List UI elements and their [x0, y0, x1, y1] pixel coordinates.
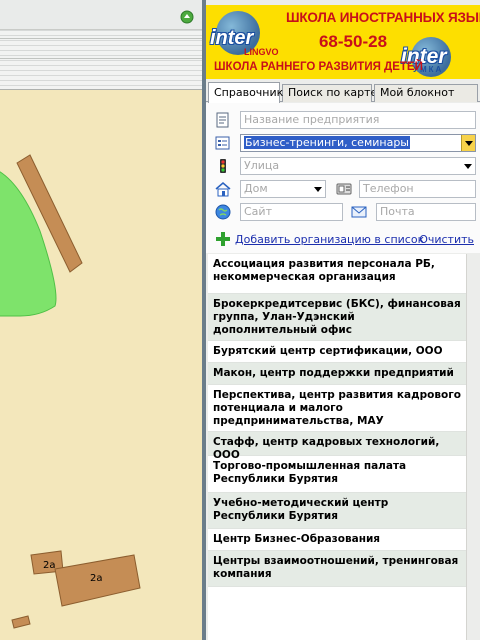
phone-placeholder: Телефон [363, 182, 414, 195]
house-placeholder: Дом [244, 182, 268, 195]
phone-input[interactable]: Телефон [359, 180, 476, 198]
category-select[interactable]: Бизнес-тренинги, семинары [240, 134, 476, 152]
ad-headline: ШКОЛА ИНОСТРАННЫХ ЯЗЫКОВ [286, 10, 480, 25]
house-icon [215, 182, 231, 197]
list-item[interactable]: Ассоциация развития персонала РБ, некомм… [208, 254, 466, 294]
toolbar-separator [0, 58, 204, 59]
directory-panel: inter LINGVO inter УМКА ШКОЛА ИНОСТРАННЫ… [206, 0, 480, 640]
chevron-down-icon[interactable] [461, 158, 475, 174]
results-list: Ассоциация развития персонала РБ, некомм… [208, 254, 466, 640]
site-input[interactable]: Сайт [240, 203, 343, 221]
street-placeholder: Улица [244, 159, 280, 172]
email-input[interactable]: Почта [376, 203, 476, 221]
email-placeholder: Почта [380, 205, 415, 218]
mail-icon [351, 206, 367, 218]
list-item[interactable]: Перспектива, центр развития кадрового по… [208, 385, 466, 432]
list-item[interactable]: Стафф, центр кадровых технологий, ООО [208, 432, 466, 461]
street-select[interactable]: Улица [240, 157, 476, 175]
building-label: 2а [90, 573, 103, 584]
chevron-down-icon[interactable] [311, 181, 325, 197]
globe-icon [215, 204, 231, 220]
ad-phone: 68-50-28 [318, 32, 388, 51]
list-item[interactable]: Торгово-промышленная палата Республики Б… [208, 456, 466, 493]
ad-subline: ШКОЛА РАННЕГО РАЗВИТИЯ ДЕТЕЙ [214, 61, 423, 73]
list-item[interactable]: Бурятский центр сертификации, ООО [208, 341, 466, 363]
company-icon [216, 112, 229, 128]
list-item[interactable]: Центр Бизнес-Образования [208, 529, 466, 551]
category-selected-value: Бизнес-тренинги, семинары [244, 136, 410, 149]
plus-icon[interactable] [216, 232, 230, 246]
toolbar-separator [0, 38, 204, 39]
company-name-placeholder: Название предприятия [244, 113, 380, 126]
building [11, 615, 31, 629]
house-select[interactable]: Дом [240, 180, 326, 198]
ad-logo-left-sub: LINGVO [244, 47, 279, 57]
list-item[interactable]: Учебно-методический центр Республики Бур… [208, 493, 466, 529]
tab-directory[interactable]: Справочник [208, 82, 283, 103]
refresh-icon[interactable] [180, 10, 194, 24]
map-topbar [0, 0, 204, 30]
building-label: 2а [43, 560, 56, 571]
add-organization-link[interactable]: Добавить организацию в список [235, 233, 424, 246]
site-placeholder: Сайт [244, 205, 272, 218]
tab-map-search[interactable]: Поиск по карте [282, 84, 377, 102]
company-name-input[interactable]: Название предприятия [240, 111, 476, 129]
traffic-light-icon [220, 159, 226, 173]
list-item[interactable]: Центры взаимоотношений, тренинговая комп… [208, 551, 466, 587]
ad-banner[interactable]: inter LINGVO inter УМКА ШКОЛА ИНОСТРАННЫ… [206, 5, 480, 79]
tab-bar: Справочник Поиск по карте Мой блокнот [206, 82, 480, 103]
phone-icon [336, 183, 352, 195]
list-item[interactable]: Макон, центр поддержки предприятий [208, 363, 466, 385]
map-pane[interactable]: 2а 2а [0, 0, 204, 640]
action-row: Добавить организацию в список Очистить [206, 231, 480, 249]
clear-link[interactable]: Очистить [419, 233, 474, 246]
search-form: Название предприятия Бизнес-тренинги, се… [206, 103, 480, 253]
category-icon [215, 136, 230, 150]
map-toolbar [0, 30, 204, 90]
map-canvas[interactable]: 2а 2а [0, 91, 204, 640]
list-item[interactable]: Брокеркредитсервис (БКС), финансовая гру… [208, 294, 466, 341]
tab-notebook[interactable]: Мой блокнот [374, 84, 478, 102]
results-scrollbar[interactable] [466, 254, 480, 640]
chevron-down-icon[interactable] [461, 135, 475, 151]
